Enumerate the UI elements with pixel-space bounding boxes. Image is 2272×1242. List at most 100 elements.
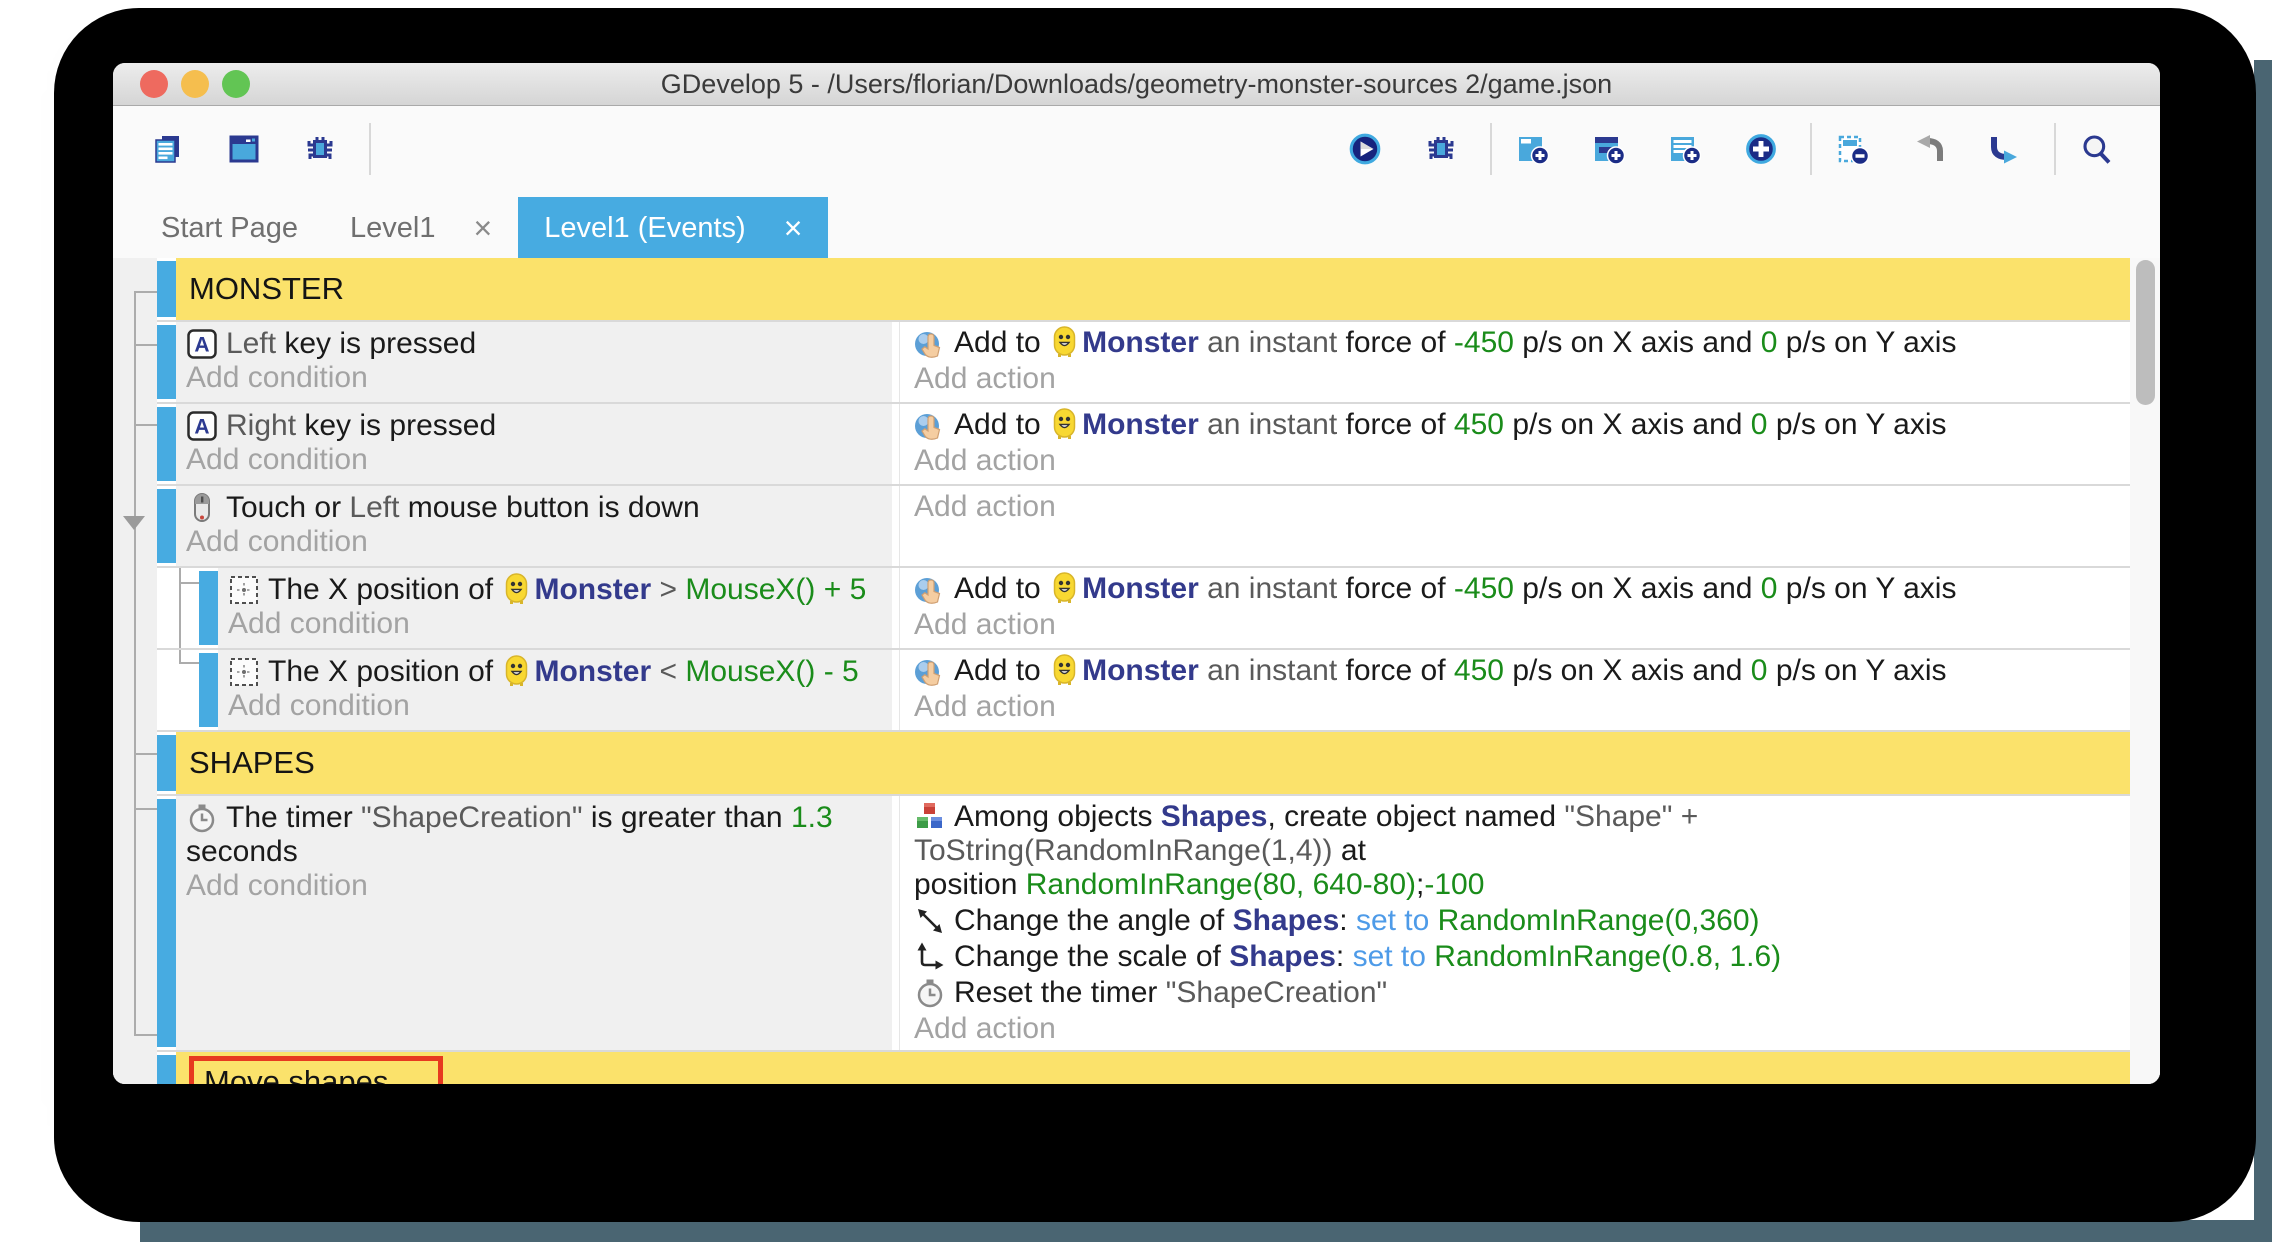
event-handle[interactable] xyxy=(157,261,176,317)
event-handle[interactable] xyxy=(199,653,218,727)
condition-sentence[interactable]: The timer "ShapeCreation" is greater tha… xyxy=(186,801,882,869)
object-name: Monster xyxy=(534,573,651,606)
condition-sentence[interactable]: ARight key is pressed xyxy=(186,409,882,443)
text-segment-expr: RandomInRange(80, 640-80) xyxy=(1026,868,1416,901)
toolbar-separator xyxy=(1490,123,1492,175)
group-event-label[interactable]: SHAPES xyxy=(189,745,315,781)
action-sentence[interactable]: Add to Monster an instant force of 450 p… xyxy=(914,408,2120,442)
group-event-label[interactable]: Move shapes xyxy=(204,1064,388,1084)
monster-icon xyxy=(503,655,530,687)
add-condition-button[interactable]: Add condition xyxy=(186,361,882,395)
add-action-button[interactable]: Add action xyxy=(914,444,2120,478)
condition-sentence[interactable]: Touch or Left mouse button is down xyxy=(186,491,882,525)
play-button[interactable] xyxy=(1340,120,1398,178)
add-condition-button[interactable]: Add condition xyxy=(186,443,882,477)
tab-close-icon[interactable]: × xyxy=(784,212,803,244)
project-manager-button[interactable] xyxy=(143,120,201,178)
delete-event-button[interactable] xyxy=(1828,120,1886,178)
text-segment-plain: , create object named xyxy=(1268,800,1565,833)
object-name: Monster xyxy=(1082,654,1199,687)
group-event[interactable]: SHAPES xyxy=(176,732,2130,794)
condition-sentence[interactable]: The X position of Monster > MouseX() + 5 xyxy=(228,573,882,607)
event-row: Touch or Left mouse button is downAdd co… xyxy=(157,484,2130,566)
scene-editor-button[interactable] xyxy=(219,120,277,178)
action-sentence[interactable]: Add to Monster an instant force of -450 … xyxy=(914,326,2120,360)
text-segment-param: < xyxy=(651,655,685,688)
add-condition-button[interactable]: Add condition xyxy=(228,607,882,641)
add-condition-button[interactable]: Add condition xyxy=(186,525,882,559)
action-sentence[interactable]: Reset the timer "ShapeCreation" xyxy=(914,976,2120,1010)
tab-start-page[interactable]: Start Page xyxy=(135,197,324,259)
add-condition-button[interactable]: Add condition xyxy=(228,689,882,723)
action-sentence[interactable]: Among objects Shapes, create object name… xyxy=(914,800,2120,902)
action-sentence[interactable]: Add to Monster an instant force of -450 … xyxy=(914,572,2120,606)
tab-bar: Start PageLevel1×Level1 (Events)× xyxy=(113,191,2160,259)
tree-stub xyxy=(134,424,157,426)
scale-icon xyxy=(914,941,946,973)
conditions-column: The timer "ShapeCreation" is greater tha… xyxy=(176,796,892,1050)
add-action-button[interactable]: Add action xyxy=(914,608,2120,642)
condition-sentence[interactable]: The X position of Monster < MouseX() - 5 xyxy=(228,655,882,689)
add-subevent-button[interactable] xyxy=(1584,120,1642,178)
minimize-button[interactable] xyxy=(181,70,209,98)
toolbar-left-group xyxy=(143,120,353,178)
tab-level1[interactable]: Level1× xyxy=(324,197,518,259)
redo-icon xyxy=(1989,133,2021,165)
event-handle[interactable] xyxy=(157,489,176,563)
tree-stub xyxy=(134,344,157,346)
add-action-button[interactable]: Add action xyxy=(914,690,2120,724)
actions-column: Add action xyxy=(899,486,2130,566)
tree-line xyxy=(134,291,136,1034)
text-segment-expr: 450 xyxy=(1454,408,1504,441)
event-handle[interactable] xyxy=(157,1055,176,1084)
event-handle[interactable] xyxy=(199,571,218,645)
toolbar-right-group xyxy=(1828,120,2038,178)
condition-sentence[interactable]: ALeft key is pressed xyxy=(186,327,882,361)
group-event-label[interactable]: MONSTER xyxy=(189,271,344,307)
undo-icon xyxy=(1913,133,1945,165)
text-segment-plain: Add to xyxy=(954,572,1049,605)
undo-button[interactable] xyxy=(1904,120,1962,178)
position-icon xyxy=(228,574,260,606)
text-segment-expr: -100 xyxy=(1424,868,1484,901)
tab-level1-events[interactable]: Level1 (Events)× xyxy=(518,197,828,259)
event-handle[interactable] xyxy=(157,407,176,481)
add-action-button[interactable]: Add action xyxy=(914,1012,2120,1046)
action-sentence[interactable]: Change the angle of Shapes: set to Rando… xyxy=(914,904,2120,938)
group-event[interactable]: MONSTER xyxy=(176,258,2130,320)
redo-button[interactable] xyxy=(1980,120,2038,178)
tab-close-icon[interactable]: × xyxy=(474,212,493,244)
event-handle[interactable] xyxy=(157,735,176,791)
action-sentence[interactable]: Change the scale of Shapes: set to Rando… xyxy=(914,940,2120,974)
scrollbar-thumb[interactable] xyxy=(2136,260,2155,405)
group-event[interactable]: Move shapes xyxy=(176,1052,2130,1084)
debug-button[interactable] xyxy=(1416,120,1474,178)
text-segment-plain: : xyxy=(1339,904,1356,937)
add-action-button[interactable]: Add action xyxy=(914,490,2120,524)
event-handle[interactable] xyxy=(157,325,176,399)
add-comment-button[interactable] xyxy=(1660,120,1718,178)
conditions-column: The X position of Monster < MouseX() - 5… xyxy=(218,650,892,730)
text-segment-expr: MouseX() + 5 xyxy=(685,573,866,606)
close-button[interactable] xyxy=(140,70,168,98)
mouse-icon xyxy=(186,492,218,524)
text-segment-expr: 450 xyxy=(1454,654,1504,687)
force-hand-icon xyxy=(914,327,946,359)
search-button[interactable] xyxy=(2072,120,2130,178)
text-segment-expr: 0 xyxy=(1761,572,1778,605)
events-editor: MONSTERALeft key is pressedAdd condition… xyxy=(113,258,2160,1084)
event-handle[interactable] xyxy=(157,799,176,1047)
add-action-button[interactable]: Add action xyxy=(914,362,2120,396)
object-reference: Monster xyxy=(501,573,651,606)
collapse-toggle-icon[interactable] xyxy=(123,516,145,530)
add-plus-button[interactable] xyxy=(1736,120,1794,178)
action-sentence[interactable]: Add to Monster an instant force of 450 p… xyxy=(914,654,2120,688)
add-condition-button[interactable]: Add condition xyxy=(186,869,882,903)
toolbar-right-group xyxy=(1508,120,1794,178)
scrollbar-track xyxy=(2130,258,2160,1084)
text-segment-plain: at xyxy=(1333,834,1366,867)
debug-button[interactable] xyxy=(295,120,353,178)
zoom-button[interactable] xyxy=(222,70,250,98)
event-row: ARight key is pressedAdd condition Add to… xyxy=(157,402,2130,484)
add-event-button[interactable] xyxy=(1508,120,1566,178)
